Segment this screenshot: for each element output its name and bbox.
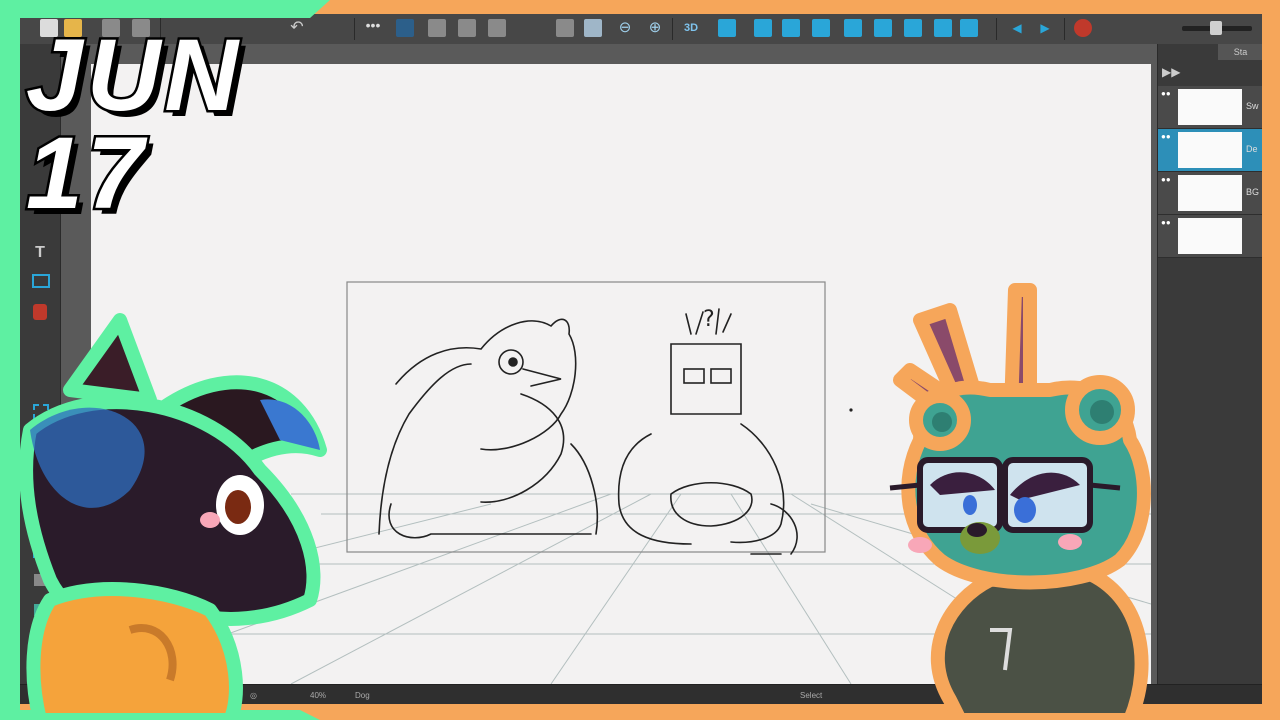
- brush-icon[interactable]: [754, 19, 772, 37]
- layer-thumbnail: [1178, 175, 1242, 211]
- layer-thumbnail: [1178, 218, 1242, 254]
- visibility-icon[interactable]: ●●: [1161, 176, 1171, 184]
- grid-icon[interactable]: [428, 19, 446, 37]
- next-frame-icon[interactable]: ▶: [1036, 19, 1054, 37]
- bone-icon[interactable]: [904, 19, 922, 37]
- layer-row[interactable]: ●● De: [1158, 129, 1262, 172]
- undo-icon[interactable]: ↶: [288, 19, 306, 37]
- opacity-slider-knob[interactable]: [1210, 21, 1222, 35]
- prev-frame-icon[interactable]: ◀: [1008, 19, 1026, 37]
- grid-settings-icon[interactable]: [458, 19, 476, 37]
- layer-thumbnail: [1178, 132, 1242, 168]
- layer-name: De: [1246, 144, 1258, 154]
- date-overlay: JUN 17: [23, 18, 243, 230]
- selection-icon[interactable]: [934, 19, 952, 37]
- onion-skin-icon[interactable]: [396, 19, 414, 37]
- layer-name: BG: [1246, 187, 1260, 197]
- deform-icon[interactable]: [718, 19, 736, 37]
- frame-icon[interactable]: [488, 19, 506, 37]
- date-month: JUN: [23, 18, 243, 132]
- layer-row[interactable]: ●● BG: [1158, 172, 1262, 215]
- transform-icon[interactable]: [844, 19, 862, 37]
- camera-frame: [346, 281, 826, 553]
- date-day: 17: [23, 116, 148, 230]
- contour-icon[interactable]: [874, 19, 892, 37]
- dog-avatar: [19, 313, 327, 720]
- bear-avatar: [889, 283, 1151, 720]
- color-pot-icon[interactable]: [1074, 19, 1092, 37]
- visibility-icon[interactable]: ●●: [1161, 90, 1171, 98]
- expand-arrow-icon[interactable]: ▶▶: [1162, 64, 1180, 80]
- zoom-fit-icon[interactable]: ⊕: [646, 19, 664, 37]
- text-tool-icon[interactable]: T: [30, 244, 50, 264]
- rectangle-tool-icon[interactable]: [32, 274, 50, 288]
- visibility-icon[interactable]: ●●: [1161, 133, 1171, 141]
- perspective-icon[interactable]: [960, 19, 978, 37]
- 3d-icon[interactable]: 3D: [682, 19, 700, 37]
- zoom-in-icon[interactable]: [584, 19, 602, 37]
- cutter-icon[interactable]: [812, 19, 830, 37]
- zoom-out-icon[interactable]: ⊖: [616, 19, 634, 37]
- panel-tab-stage[interactable]: Sta: [1218, 44, 1262, 60]
- layer-row[interactable]: ●●: [1158, 215, 1262, 258]
- tool-mode: Select: [800, 691, 823, 700]
- pencil-icon[interactable]: [782, 19, 800, 37]
- visibility-icon[interactable]: ●●: [1161, 219, 1171, 227]
- layer-name: Sw: [1246, 101, 1259, 111]
- more-icon[interactable]: •••: [364, 18, 382, 37]
- layer-thumbnail: [1178, 89, 1242, 125]
- current-drawing: Dog: [355, 691, 370, 700]
- camera-icon[interactable]: [556, 19, 574, 37]
- sketch-question-mark: ?: [703, 307, 715, 332]
- layer-row[interactable]: ●● Sw: [1158, 86, 1262, 129]
